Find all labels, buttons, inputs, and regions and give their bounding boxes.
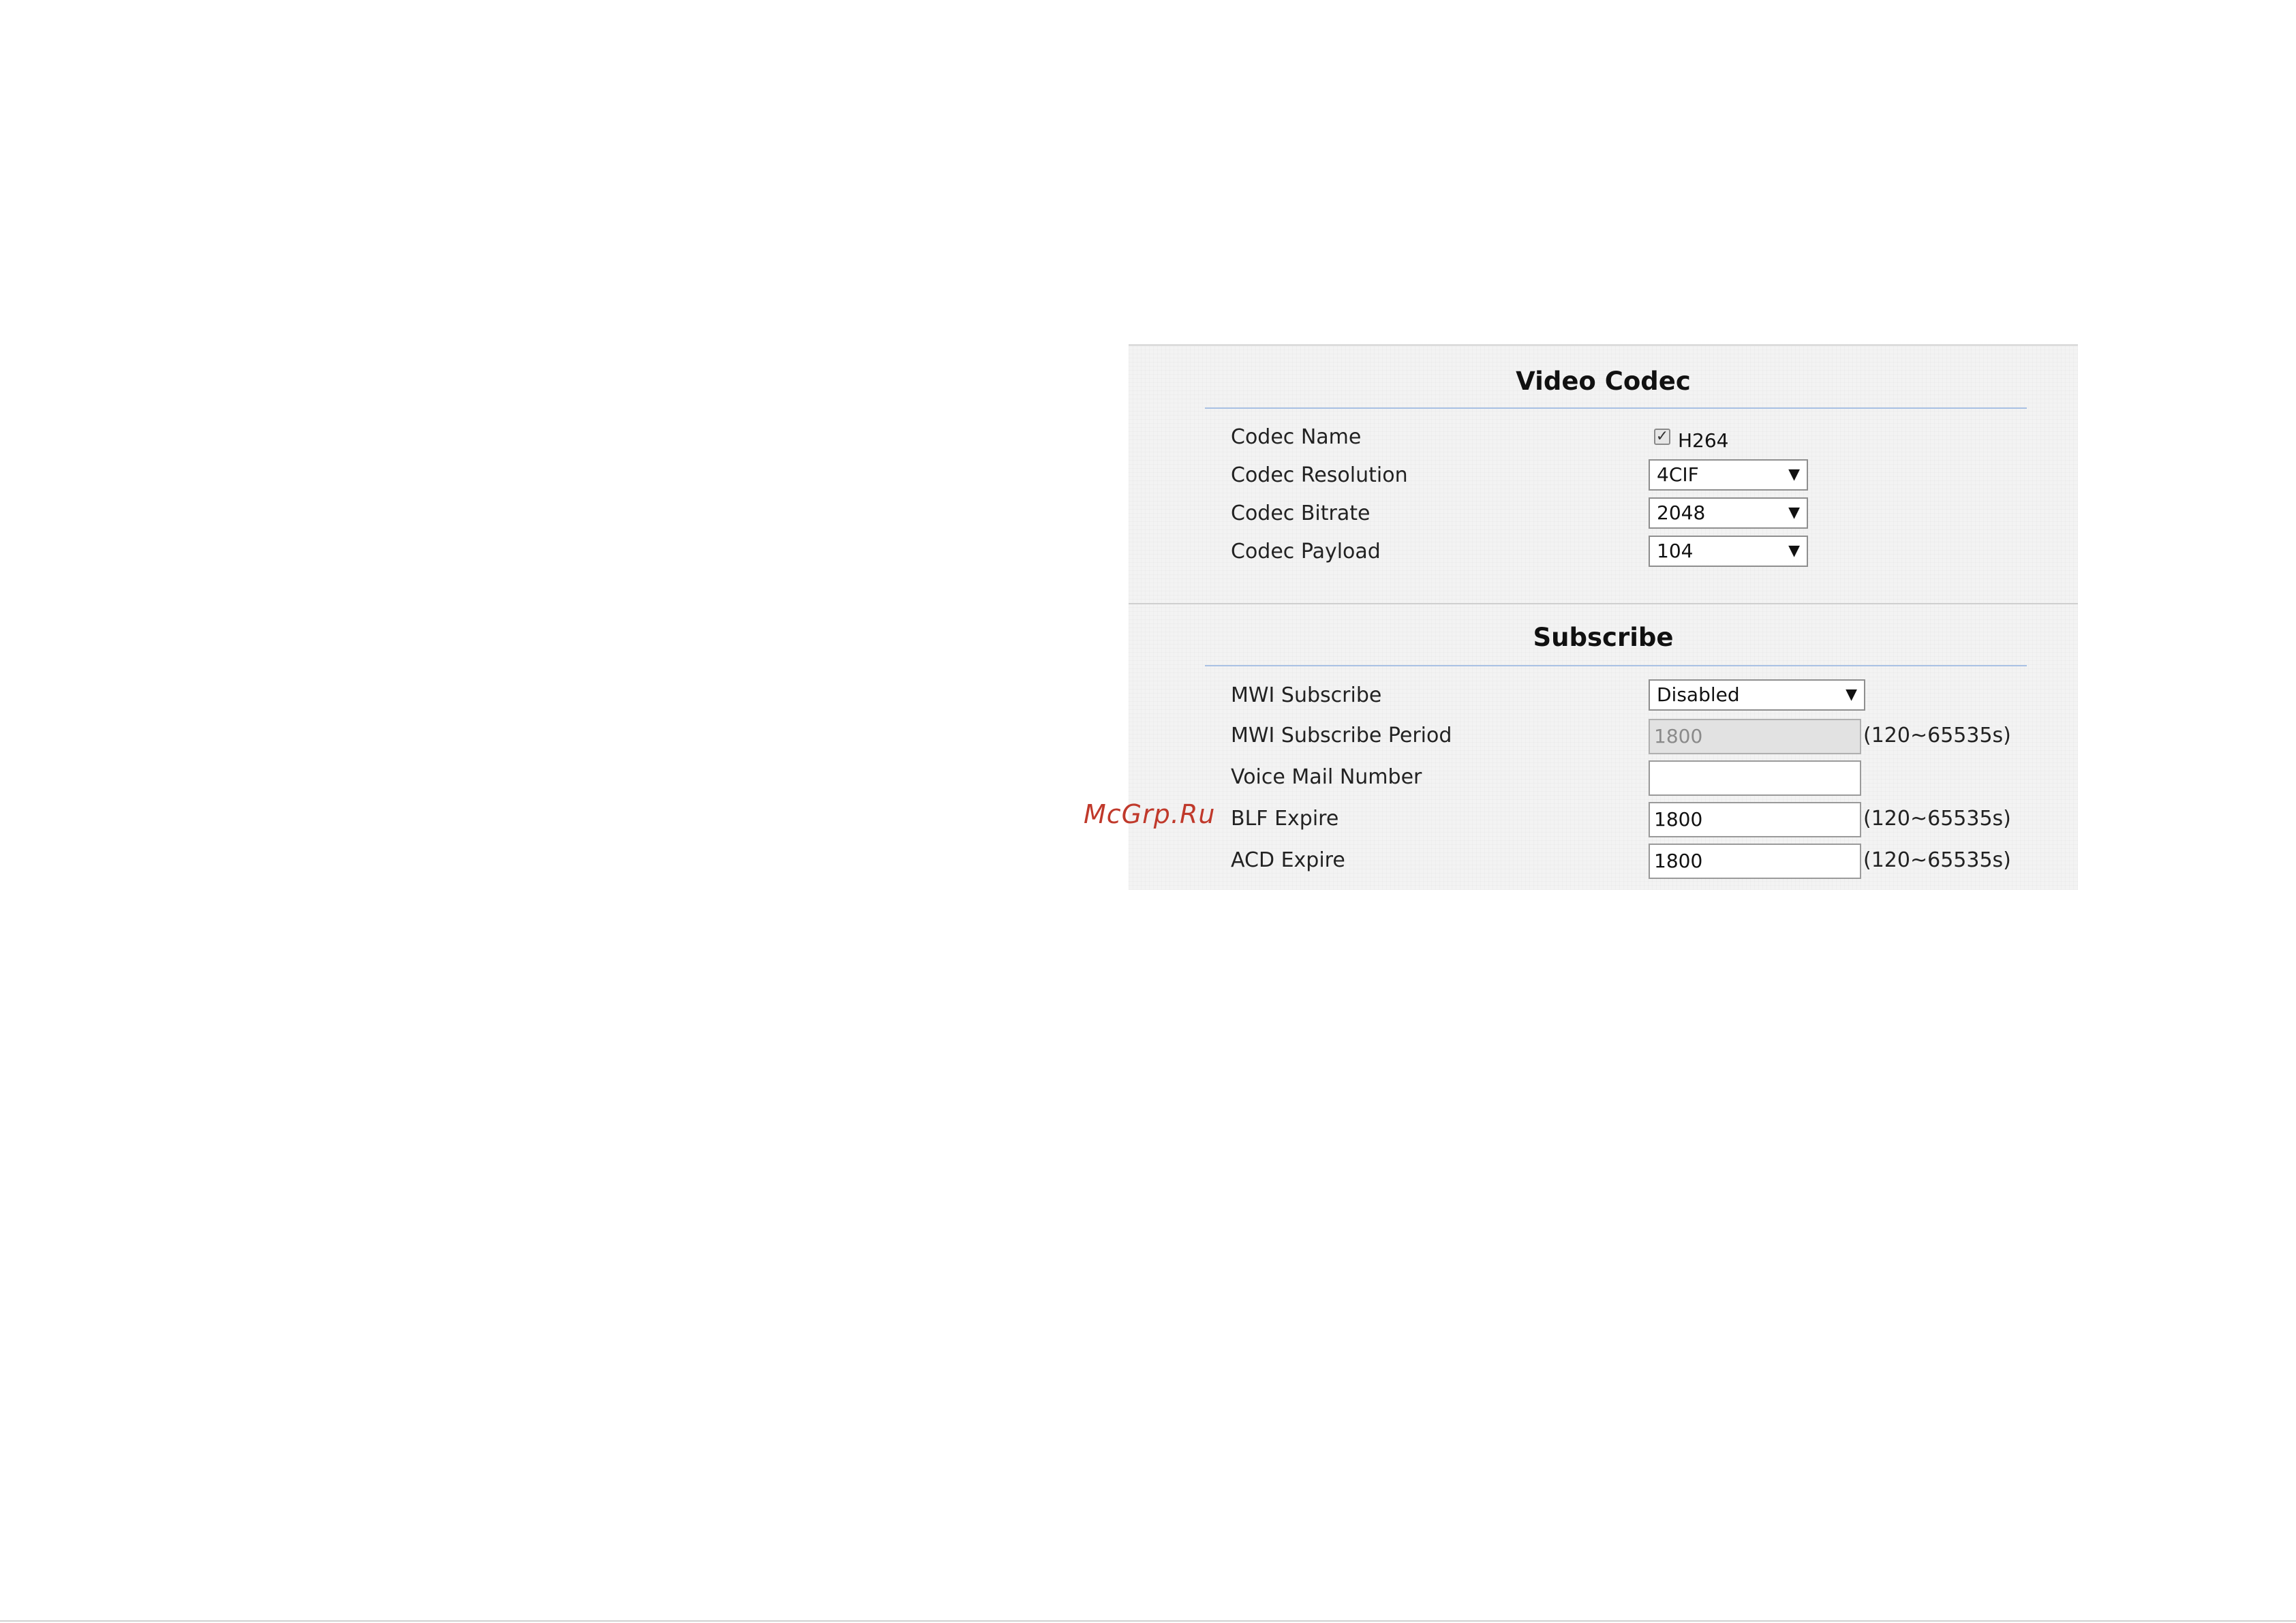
- codec-payload-select[interactable]: 104 ▼: [1649, 536, 1808, 567]
- acd-expire-hint: (120~65535s): [1863, 848, 2011, 872]
- video-codec-divider: [1205, 407, 2027, 409]
- codec-payload-label: Codec Payload: [1231, 540, 1381, 563]
- codec-resolution-value: 4CIF: [1657, 463, 1699, 486]
- acd-expire-label: ACD Expire: [1231, 848, 1345, 872]
- mwi-subscribe-period-label: MWI Subscribe Period: [1231, 724, 1452, 747]
- mwi-subscribe-value: Disabled: [1657, 683, 1740, 706]
- subscribe-title: Subscribe: [1533, 623, 1674, 652]
- mwi-subscribe-period-input[interactable]: 1800: [1649, 719, 1861, 754]
- blf-expire-input[interactable]: 1800: [1649, 802, 1861, 837]
- codec-resolution-label: Codec Resolution: [1231, 463, 1408, 487]
- codec-resolution-select[interactable]: 4CIF ▼: [1649, 459, 1808, 491]
- mwi-subscribe-period-hint: (120~65535s): [1863, 724, 2011, 747]
- page-bottom-line: [0, 1620, 2296, 1622]
- codec-bitrate-value: 2048: [1657, 501, 1706, 524]
- video-codec-section: Video Codec Codec Name ✓ H264 Codec Reso…: [1129, 346, 2078, 587]
- chevron-down-icon: ▼: [1788, 466, 1800, 483]
- chevron-down-icon: ▼: [1788, 504, 1800, 521]
- mwi-subscribe-select[interactable]: Disabled ▼: [1649, 679, 1865, 711]
- blf-expire-label: BLF Expire: [1231, 807, 1339, 831]
- h264-checkbox[interactable]: ✓: [1654, 429, 1670, 445]
- chevron-down-icon: ▼: [1846, 686, 1857, 703]
- subscribe-divider: [1205, 665, 2027, 666]
- codec-name-label: Codec Name: [1231, 425, 1362, 449]
- settings-panel: Video Codec Codec Name ✓ H264 Codec Reso…: [1129, 344, 2078, 890]
- checkmark-icon: ✓: [1655, 428, 1669, 445]
- h264-checkbox-label[interactable]: H264: [1678, 429, 1729, 452]
- voice-mail-number-label: Voice Mail Number: [1231, 765, 1422, 789]
- voice-mail-number-input[interactable]: [1649, 760, 1861, 796]
- video-codec-title: Video Codec: [1516, 367, 1691, 396]
- mwi-subscribe-label: MWI Subscribe: [1231, 683, 1382, 707]
- subscribe-section: Subscribe MWI Subscribe Disabled ▼ MWI S…: [1129, 603, 2078, 890]
- blf-expire-hint: (120~65535s): [1863, 807, 2011, 831]
- codec-bitrate-label: Codec Bitrate: [1231, 501, 1371, 525]
- codec-bitrate-select[interactable]: 2048 ▼: [1649, 497, 1808, 529]
- acd-expire-input[interactable]: 1800: [1649, 844, 1861, 879]
- chevron-down-icon: ▼: [1788, 542, 1800, 559]
- codec-payload-value: 104: [1657, 540, 1694, 562]
- watermark-text: McGrp.Ru: [1084, 799, 1216, 829]
